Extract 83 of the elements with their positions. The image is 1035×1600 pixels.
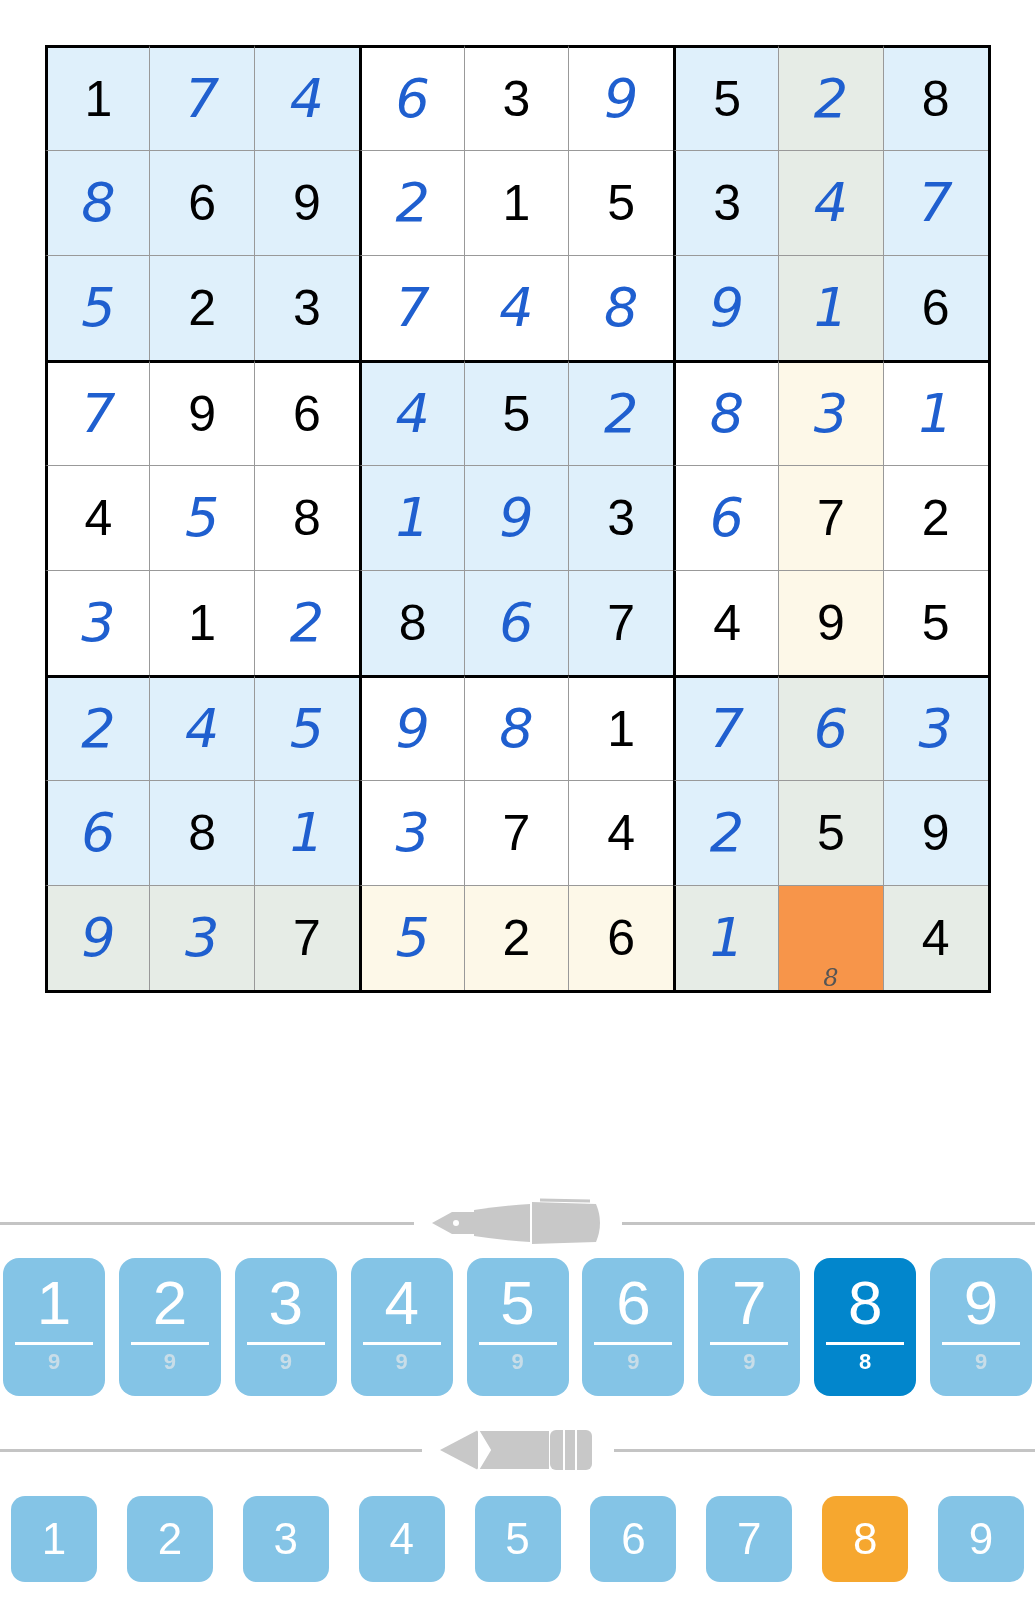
sudoku-cell[interactable]: 2 [463,885,569,990]
sudoku-cell[interactable]: 1 [149,570,255,675]
sudoku-cell[interactable]: 5 [568,150,674,255]
sudoku-cell[interactable]: 4 [568,780,674,885]
sudoku-cell[interactable]: 3 [254,255,359,360]
sudoku-cell[interactable]: 1 [463,150,569,255]
sudoku-cell[interactable]: 6 [358,45,464,150]
sudoku-cell[interactable]: 6 [882,255,988,360]
sudoku-cell[interactable]: 1 [44,45,150,150]
sudoku-cell[interactable]: 1 [568,675,674,780]
digit-button[interactable]: 8 8 [814,1258,917,1396]
sudoku-cell[interactable]: 8 [882,45,988,150]
sudoku-cell[interactable]: 3 [44,570,150,675]
sudoku-cell[interactable]: 1 [673,885,778,990]
sudoku-cell[interactable]: 2 [254,570,359,675]
sudoku-cell[interactable]: 7 [149,45,255,150]
sudoku-cell[interactable]: 4 [882,885,988,990]
pencil-note: 8 [823,966,839,990]
sudoku-cell[interactable]: 6 [673,465,778,570]
sudoku-cell[interactable]: 9 [882,780,988,885]
sudoku-cell[interactable]: 2 [149,255,255,360]
sudoku-cell[interactable]: 9 [254,150,359,255]
sudoku-cell[interactable]: 3 [568,465,674,570]
sudoku-cell[interactable]: 4 [673,570,778,675]
sudoku-cell[interactable]: 6 [149,150,255,255]
sudoku-cell[interactable]: 9 [358,675,464,780]
sudoku-cell[interactable]: 7 [44,360,150,465]
sudoku-cell[interactable]: 3 [358,780,464,885]
sudoku-cell[interactable]: 2 [777,45,883,150]
sudoku-cell[interactable]: 7 [568,570,674,675]
sudoku-cell[interactable]: 8 [149,780,255,885]
sudoku-cell[interactable]: 7 [777,465,883,570]
sudoku-cell[interactable]: 7 [673,675,778,780]
sudoku-cell[interactable]: 3 [777,360,883,465]
sudoku-cell[interactable]: 7 [463,780,569,885]
sudoku-cell[interactable]: 9 [568,45,674,150]
sudoku-cell[interactable]: 8 [254,465,359,570]
sudoku-cell[interactable]: 3 [882,675,988,780]
sudoku-cell[interactable]: 5 [149,465,255,570]
sudoku-cell[interactable]: 4 [44,465,150,570]
sudoku-cell[interactable]: 5 [358,885,464,990]
sudoku-cell[interactable]: 1 [882,360,988,465]
sudoku-cell[interactable]: 9 [673,255,778,360]
sudoku-cell[interactable]: 6 [44,780,150,885]
sudoku-cell[interactable]: 2 [673,780,778,885]
sudoku-cell[interactable]: 2 [568,360,674,465]
sudoku-cell[interactable]: 9 [463,465,569,570]
sudoku-cell[interactable]: 4 [463,255,569,360]
sudoku-cell[interactable]: 1 [254,780,359,885]
sudoku-cell[interactable]: 7 [254,885,359,990]
sudoku-cell[interactable]: 8 [463,675,569,780]
sudoku-cell[interactable]: 8 [777,885,883,990]
sudoku-cell[interactable]: 5 [882,570,988,675]
sudoku-cell[interactable]: 4 [149,675,255,780]
sudoku-cell[interactable]: 7 [358,255,464,360]
sudoku-cell[interactable]: 1 [777,255,883,360]
sudoku-cell[interactable]: 6 [777,675,883,780]
sudoku-cell[interactable]: 3 [149,885,255,990]
sudoku-cell[interactable]: 8 [568,255,674,360]
sudoku-cell[interactable]: 8 [358,570,464,675]
sudoku-cell[interactable]: 6 [568,885,674,990]
sudoku-cell[interactable]: 9 [777,570,883,675]
sudoku-cell[interactable]: 3 [463,45,569,150]
sudoku-cell[interactable]: 7 [882,150,988,255]
sudoku-cell[interactable]: 5 [463,360,569,465]
sudoku-cell[interactable]: 8 [673,360,778,465]
sudoku-cell[interactable]: 2 [358,150,464,255]
sudoku-cell[interactable]: 9 [44,885,150,990]
sudoku-cell[interactable]: 3 [673,150,778,255]
sudoku-cell[interactable]: 5 [777,780,883,885]
sudoku-cell[interactable]: 9 [149,360,255,465]
sudoku-cell[interactable]: 5 [673,45,778,150]
sudoku-cell[interactable]: 4 [254,45,359,150]
sudoku-cell[interactable]: 2 [44,675,150,780]
sudoku-cell[interactable]: 8 [44,150,150,255]
sudoku-cell[interactable]: 6 [254,360,359,465]
sudoku-cell[interactable]: 1 [358,465,464,570]
sudoku-cell[interactable]: 5 [254,675,359,780]
sudoku-cell[interactable]: 2 [882,465,988,570]
sudoku-cell[interactable]: 4 [358,360,464,465]
sudoku-cell[interactable]: 5 [44,255,150,360]
sudoku-cell[interactable]: 6 [463,570,569,675]
sudoku-cell[interactable]: 4 [777,150,883,255]
